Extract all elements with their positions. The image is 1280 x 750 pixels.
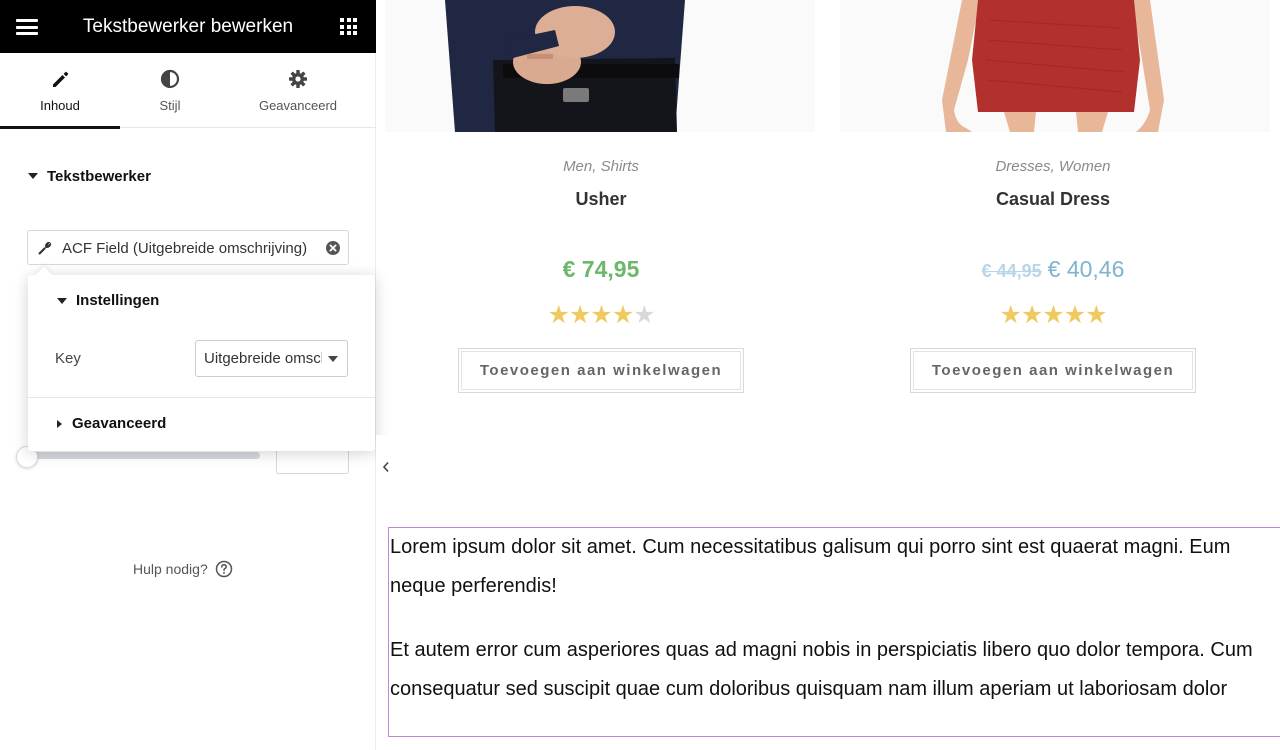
section-title: Tekstbewerker bbox=[47, 167, 151, 185]
product-title[interactable]: Usher bbox=[381, 189, 821, 210]
tab-advanced-label: Geavanceerd bbox=[258, 98, 338, 113]
category-link[interactable]: Men bbox=[563, 158, 592, 175]
star-filled-icon: ★ bbox=[1042, 301, 1064, 329]
product-price: € 74,95 bbox=[381, 255, 821, 283]
star-filled-icon: ★ bbox=[1085, 301, 1107, 329]
panel-tabs: Inhoud Stijl Geavanceerd bbox=[0, 53, 376, 129]
gear-icon bbox=[289, 70, 307, 88]
caret-right-icon bbox=[57, 419, 62, 428]
panel-collapse-toggle[interactable] bbox=[376, 435, 398, 499]
advanced-section-toggle[interactable]: Geavanceerd bbox=[57, 415, 166, 432]
pencil-icon bbox=[53, 71, 69, 87]
divider bbox=[28, 397, 375, 398]
category-link[interactable]: Women bbox=[1059, 158, 1111, 175]
help-link[interactable]: Hulp nodig? bbox=[133, 560, 233, 578]
product-image-casual-dress[interactable] bbox=[840, 0, 1270, 132]
product-price: € 44,95 € 40,46 bbox=[833, 255, 1273, 285]
key-select[interactable]: Uitgebreide omschrijving bbox=[195, 340, 348, 377]
settings-title: Instellingen bbox=[76, 292, 160, 309]
tab-style[interactable]: Stijl bbox=[120, 53, 220, 128]
tab-advanced[interactable]: Geavanceerd bbox=[220, 53, 376, 128]
product-photo bbox=[385, 0, 815, 132]
paragraph-line: Et autem error cum asperiores quas ad ma… bbox=[390, 639, 1253, 661]
caret-down-icon bbox=[57, 297, 67, 304]
hamburger-icon[interactable] bbox=[16, 19, 38, 35]
tab-content-label: Inhoud bbox=[40, 98, 80, 113]
caret-down-icon bbox=[28, 173, 38, 179]
product-categories: Dresses, Women bbox=[995, 158, 1111, 175]
wrench-icon bbox=[38, 241, 52, 255]
paragraph: Et autem error cum asperiores quas ad ma… bbox=[390, 631, 1253, 709]
star-filled-icon: ★ bbox=[1063, 301, 1086, 329]
add-to-cart-button[interactable]: Toevoegen aan winkelwagen bbox=[458, 348, 744, 393]
slider-track[interactable] bbox=[26, 452, 260, 459]
editor-panel: Tekstbewerker bewerken Inhoud Stijl Geav… bbox=[0, 0, 376, 750]
star-filled-icon: ★ bbox=[547, 301, 569, 329]
product-categories: Men, Shirts bbox=[563, 158, 639, 175]
star-filled-icon: ★ bbox=[1020, 301, 1043, 329]
help-text: Hulp nodig? bbox=[133, 561, 208, 577]
star-filled-icon: ★ bbox=[999, 301, 1021, 329]
category-link[interactable]: Dresses bbox=[995, 158, 1050, 175]
price-sale: € 40,46 bbox=[1047, 256, 1125, 282]
grid-icon[interactable] bbox=[340, 18, 357, 35]
paragraph-line: consequatur sed suscipit quae cum dolori… bbox=[390, 678, 1228, 700]
price-current: € 74,95 bbox=[562, 256, 640, 282]
tab-content[interactable]: Inhoud bbox=[0, 53, 120, 129]
dynamic-tag-label: ACF Field (Uitgebreide omschrijving) bbox=[62, 240, 308, 257]
settings-section-toggle[interactable]: Instellingen bbox=[57, 292, 159, 309]
panel-header: Tekstbewerker bewerken bbox=[0, 0, 376, 53]
tab-style-label: Stijl bbox=[159, 98, 181, 113]
text-editor-widget[interactable]: Lorem ipsum dolor sit amet. Cum necessit… bbox=[388, 527, 1280, 737]
star-filled-icon: ★ bbox=[590, 301, 612, 329]
close-circle-icon[interactable] bbox=[325, 240, 341, 256]
chevron-left-icon bbox=[382, 461, 389, 473]
star-rating: ★★★★★ bbox=[833, 302, 1273, 328]
product-photo bbox=[840, 0, 1270, 132]
star-rating: ★★★★★ bbox=[381, 302, 821, 328]
paragraph-line: Lorem ipsum dolor sit amet. Cum necessit… bbox=[390, 536, 1231, 558]
half-circle-icon bbox=[160, 69, 180, 89]
star-empty-icon: ★ bbox=[633, 301, 655, 329]
star-filled-icon: ★ bbox=[568, 301, 591, 329]
key-select-value: Uitgebreide omschrijving bbox=[204, 350, 322, 367]
paragraph-line: neque perferendis! bbox=[390, 575, 557, 597]
advanced-title: Geavanceerd bbox=[72, 415, 167, 432]
category-link[interactable]: Shirts bbox=[601, 158, 639, 175]
add-to-cart-button[interactable]: Toevoegen aan winkelwagen bbox=[910, 348, 1196, 393]
star-filled-icon: ★ bbox=[611, 301, 634, 329]
question-circle-icon bbox=[215, 560, 232, 578]
dynamic-settings-popover: Instellingen Key Uitgebreide omschrijvin… bbox=[28, 275, 375, 451]
product-title[interactable]: Casual Dress bbox=[833, 189, 1273, 210]
product-image-usher[interactable] bbox=[385, 0, 815, 132]
dropdown-caret-icon bbox=[328, 356, 338, 362]
dynamic-tag-field[interactable]: ACF Field (Uitgebreide omschrijving) bbox=[27, 230, 349, 265]
panel-title: Tekstbewerker bewerken bbox=[82, 16, 294, 37]
paragraph: Lorem ipsum dolor sit amet. Cum necessit… bbox=[390, 528, 1230, 606]
key-label: Key bbox=[55, 350, 81, 367]
price-original: € 44,95 bbox=[981, 261, 1042, 281]
section-toggle-tekstbewerker[interactable]: Tekstbewerker bbox=[28, 166, 151, 186]
